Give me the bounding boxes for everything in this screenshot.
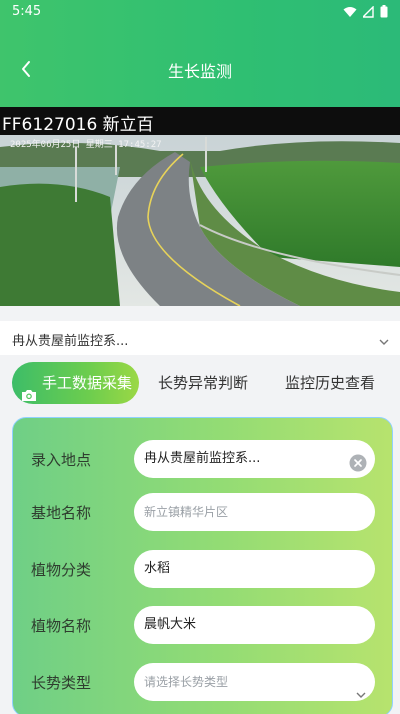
tab-growth-anomaly[interactable]: 长势异常判断 — [158, 362, 248, 404]
field-label: 植物分类 — [31, 561, 92, 579]
camera-icon — [21, 376, 37, 418]
location-field-value: 冉从贵屋前监控系... — [144, 451, 261, 466]
form-row-plant-name: 植物名称 晨帆大米 — [13, 606, 392, 646]
base-name-field[interactable]: 新立镇精华片区 — [134, 493, 375, 531]
plant-category-field[interactable]: 水稻 — [134, 550, 375, 588]
tab-label: 手工数据采集 — [42, 374, 133, 392]
form-row-location: 录入地点 冉从贵屋前监控系... — [13, 440, 392, 480]
chevron-down-icon — [355, 677, 367, 714]
plant-name-field[interactable]: 晨帆大米 — [134, 606, 375, 644]
tab-manual-data-collection[interactable]: 手工数据采集 — [12, 362, 139, 404]
camera-id-bar: FF6127016 新立百 — [0, 107, 400, 135]
form-row-plant-category: 植物分类 水稻 — [13, 550, 392, 590]
status-time: 5:45 — [12, 4, 42, 19]
status-icons — [343, 5, 388, 18]
signal-icon — [363, 5, 374, 18]
location-selector[interactable]: 冉从贵屋前监控系... — [0, 321, 400, 355]
tab-bar: 手工数据采集 长势异常判断 监控历史查看 — [12, 362, 390, 404]
growth-type-placeholder: 请选择长势类型 — [144, 675, 229, 689]
battery-icon — [380, 5, 388, 18]
title-bar: 生长监测 — [0, 48, 400, 88]
status-bar: 5:45 — [0, 0, 400, 24]
chevron-down-icon — [378, 332, 390, 351]
page-title: 生长监测 — [167, 62, 232, 81]
app-header: 5:45 生长监测 — [0, 0, 400, 107]
field-label: 植物名称 — [31, 617, 92, 635]
tab-monitor-history[interactable]: 监控历史查看 — [285, 362, 375, 404]
form-row-base-name: 基地名称 新立镇精华片区 — [13, 493, 392, 533]
field-label: 长势类型 — [31, 674, 92, 692]
wifi-icon — [343, 6, 357, 18]
data-entry-form: 录入地点 冉从贵屋前监控系... 基地名称 新立镇精华片区 植物分类 水稻 植物… — [12, 417, 393, 714]
growth-type-dropdown[interactable]: 请选择长势类型 — [134, 663, 375, 701]
camera-video-feed[interactable]: FF6127016 新立百 2025年06月25日 星期三 17:45:27 — [0, 107, 400, 306]
field-label: 基地名称 — [31, 504, 92, 522]
location-field[interactable]: 冉从贵屋前监控系... — [134, 440, 375, 478]
form-row-growth-type: 长势类型 请选择长势类型 — [13, 663, 392, 703]
camera-id-label: FF6127016 新立百 — [2, 115, 154, 135]
location-selector-value: 冉从贵屋前监控系... — [12, 334, 129, 349]
field-label: 录入地点 — [31, 451, 92, 469]
camera-timestamp-overlay: 2025年06月25日 星期三 17:45:27 — [10, 140, 162, 150]
clear-icon[interactable] — [349, 450, 367, 488]
